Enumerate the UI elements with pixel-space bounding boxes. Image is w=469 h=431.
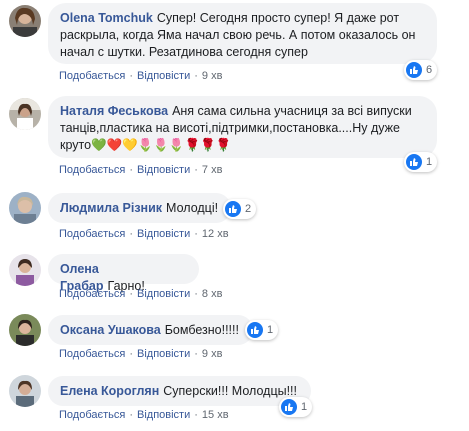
comment-text: Суперски!!! Молодцы!!! <box>163 384 298 398</box>
reaction-count: 2 <box>245 203 252 215</box>
comment-bubble: Olena Tomchuk Супер! Сегодня просто супер… <box>48 3 437 64</box>
comment-author[interactable]: Оксана Ушакова <box>60 323 161 337</box>
like-icon <box>406 62 422 78</box>
like-icon <box>281 399 297 415</box>
reply-link[interactable]: Відповісти <box>137 228 190 240</box>
reaction-badge[interactable]: 1 <box>279 397 313 417</box>
comment-time[interactable]: 12 хв <box>202 228 229 240</box>
avatar[interactable] <box>9 254 41 286</box>
reply-link[interactable]: Відповісти <box>137 409 190 421</box>
comment-bubble: Елена Короглян Суперски!!! Молодцы!!! <box>48 376 311 406</box>
reaction-badge[interactable]: 1 <box>245 320 279 340</box>
like-icon <box>247 322 263 338</box>
comment-time[interactable]: 7 хв <box>202 164 223 176</box>
comment-time[interactable]: 15 хв <box>202 409 229 421</box>
avatar[interactable] <box>9 98 41 130</box>
like-link[interactable]: Подобається <box>59 409 125 421</box>
comment-bubble: Оксана Ушакова Бомбезно!!!!! <box>48 315 253 345</box>
comment-time[interactable]: 9 хв <box>202 348 223 360</box>
reaction-badge[interactable]: 6 <box>404 60 438 80</box>
comment-author[interactable]: Людмила Різник <box>60 201 162 215</box>
reply-link[interactable]: Відповісти <box>137 164 190 176</box>
reaction-count: 1 <box>267 324 274 336</box>
comment-bubble: Наталя Феськова Аня сама сильна учасниця … <box>48 96 437 158</box>
comment-actions: Подобається · Відповісти · 7 хв <box>59 164 223 176</box>
reaction-badge[interactable]: 2 <box>223 199 257 219</box>
like-link[interactable]: Подобається <box>59 164 125 176</box>
like-icon <box>406 154 422 170</box>
reaction-count: 6 <box>426 64 433 76</box>
comment-author[interactable]: Olena Tomchuk <box>60 11 153 25</box>
avatar[interactable] <box>9 5 41 37</box>
comment-bubble: Олена Грабар Гарно! <box>48 254 199 293</box>
comment-actions: Подобається · Відповісти · 9 хв <box>59 348 223 360</box>
comment-actions: Подобається · Відповісти · 9 хв <box>59 70 223 82</box>
reply-link[interactable]: Відповісти <box>137 70 190 82</box>
avatar[interactable] <box>9 375 41 407</box>
avatar[interactable] <box>9 314 41 346</box>
comment-actions: Подобається · Відповісти · 12 хв <box>59 228 229 240</box>
emoji-sequence: 💚❤️💛🌷🌷🌷🌹🌹🌹 <box>91 138 232 153</box>
reaction-count: 1 <box>426 156 433 168</box>
like-link[interactable]: Подобається <box>59 288 125 300</box>
reaction-badge[interactable]: 1 <box>404 152 438 172</box>
comment-author[interactable]: Наталя Феськова <box>60 104 168 118</box>
comment-bubble: Людмила Різник Молодці! <box>48 193 231 223</box>
comment-time[interactable]: 9 хв <box>202 70 223 82</box>
reaction-count: 1 <box>301 401 308 413</box>
like-link[interactable]: Подобається <box>59 228 125 240</box>
reply-link[interactable]: Відповісти <box>137 348 190 360</box>
comment-text: Молодці! <box>166 201 219 215</box>
comment-author[interactable]: Елена Короглян <box>60 384 159 398</box>
comment-text: Бомбезно!!!!! <box>164 323 239 337</box>
like-link[interactable]: Подобається <box>59 348 125 360</box>
like-icon <box>225 201 241 217</box>
avatar[interactable] <box>9 192 41 224</box>
like-link[interactable]: Подобається <box>59 70 125 82</box>
comment-actions: Подобається · Відповісти · 15 хв <box>59 409 229 421</box>
reply-link[interactable]: Відповісти <box>137 288 190 300</box>
comment-actions: Подобається · Відповісти · 8 хв <box>59 288 223 300</box>
comment-time[interactable]: 8 хв <box>202 288 223 300</box>
